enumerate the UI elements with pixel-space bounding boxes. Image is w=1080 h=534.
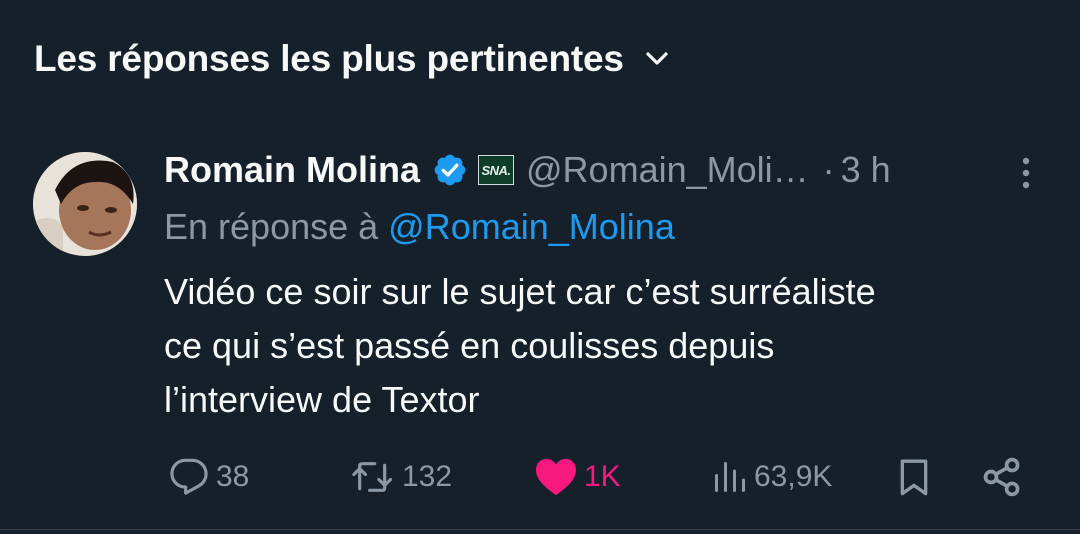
tweet-text-line: Vidéo ce soir sur le sujet car c’est sur…: [164, 271, 876, 312]
verified-icon: [432, 152, 468, 188]
reply-prefix: En réponse à: [164, 206, 379, 247]
share-icon: [983, 457, 1020, 497]
views-button[interactable]: 63,9K: [712, 455, 832, 499]
tweet-actions: 38 132 1K 63,9K: [0, 455, 1080, 499]
repost-count: 132: [402, 460, 453, 493]
bookmark-button[interactable]: [894, 455, 934, 499]
tweet-time[interactable]: 3 h: [841, 149, 891, 191]
reply-mention-link[interactable]: @Romain_Molina: [388, 206, 675, 247]
affiliate-label: SNA.: [481, 162, 511, 178]
sort-label: Les réponses les plus pertinentes: [34, 38, 624, 79]
reply-context: En réponse à @Romain_Molina: [164, 206, 675, 248]
tweet-text: Vidéo ce soir sur le sujet car c’est sur…: [164, 265, 1044, 427]
views-icon: [715, 462, 745, 492]
divider: [0, 529, 1080, 530]
author-name[interactable]: Romain Molina: [164, 149, 420, 191]
author-handle[interactable]: @Romain_Moli…: [526, 149, 809, 191]
more-icon[interactable]: [1016, 155, 1036, 191]
repost-button[interactable]: 132: [350, 455, 452, 499]
views-count: 63,9K: [754, 460, 833, 493]
tweet-header: Romain Molina SNA. @Romain_Moli… · 3 h: [164, 145, 891, 195]
tweet-text-line: l’interview de Textor: [164, 379, 480, 420]
share-button[interactable]: [980, 455, 1024, 499]
affiliate-badge[interactable]: SNA.: [478, 155, 515, 185]
repost-icon: [352, 462, 393, 492]
avatar[interactable]: [33, 152, 137, 256]
reply-icon: [170, 458, 208, 495]
reply-count: 38: [216, 460, 250, 493]
reply-button[interactable]: 38: [168, 455, 249, 499]
sort-selector[interactable]: Les réponses les plus pertinentes: [34, 38, 670, 80]
separator-dot: ·: [822, 149, 835, 190]
tweet-text-line: ce qui s’est passé en coulisses depuis: [164, 325, 775, 366]
heart-icon: [536, 458, 576, 496]
like-button[interactable]: 1K: [534, 455, 621, 499]
chevron-down-icon: [644, 46, 670, 72]
like-count: 1K: [584, 460, 621, 493]
bookmark-icon: [900, 459, 928, 496]
